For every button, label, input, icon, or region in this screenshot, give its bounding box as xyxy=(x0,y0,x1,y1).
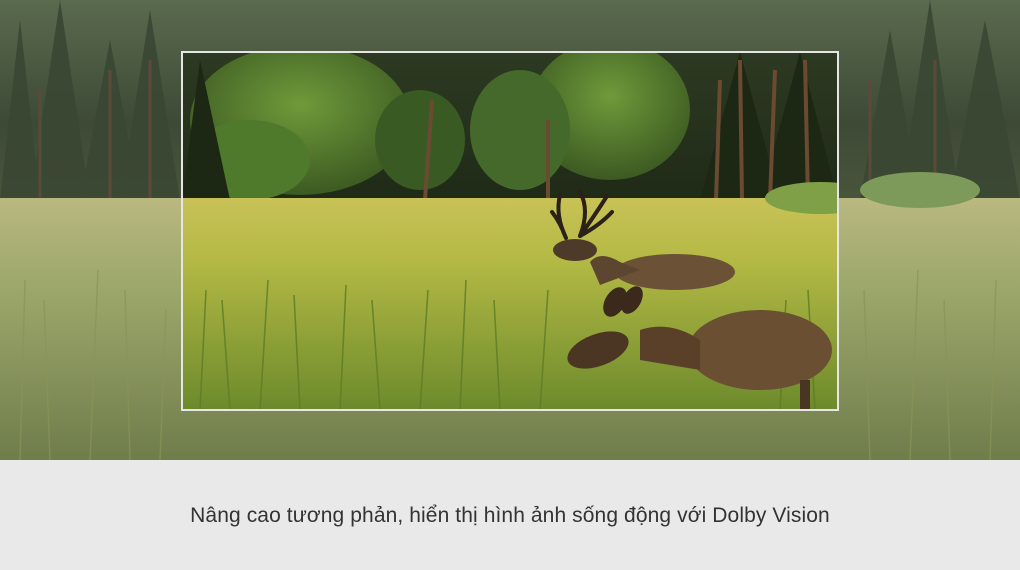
banner: Nâng cao tương phản, hiển thị hình ảnh s… xyxy=(0,0,1020,570)
inner-scene xyxy=(182,52,838,410)
caption-text: Nâng cao tương phản, hiển thị hình ảnh s… xyxy=(190,504,830,527)
forest-meadow-deer-illustration xyxy=(0,0,1020,460)
photo-scene xyxy=(0,0,1020,460)
caption-band: Nâng cao tương phản, hiển thị hình ảnh s… xyxy=(0,460,1020,570)
